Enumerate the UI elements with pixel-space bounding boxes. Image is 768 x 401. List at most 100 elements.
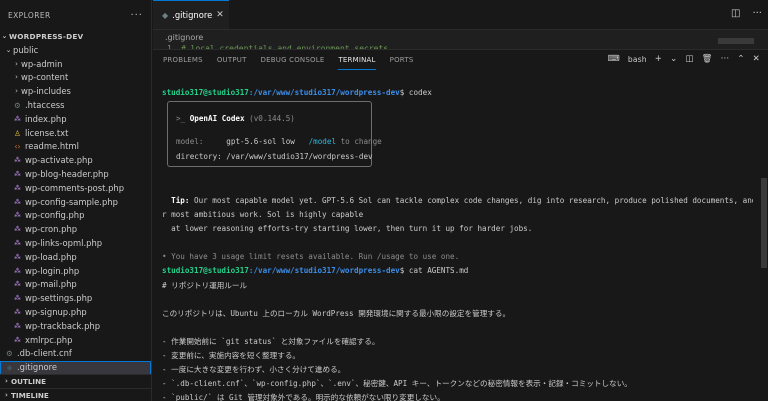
tab-gitignore[interactable]: ◆ .gitignore ✕ [153,0,229,29]
php-icon: ⁂ [14,252,21,261]
workspace-root[interactable]: ⌄ WORDPRESS-DEV [0,30,151,44]
new-terminal-icon[interactable]: + [655,54,662,64]
file-item[interactable]: ⁂ wp-blog-header.php [0,168,151,182]
more-actions-icon[interactable]: ··· [721,54,730,64]
md-rule: - `.db-client.cnf`、`wp-config.php`、`.env… [162,379,632,388]
trash-icon[interactable]: 🗑 [702,54,713,64]
breadcrumb-item[interactable]: .gitignore [165,33,203,42]
chevron-down-icon: ⌄ [1,32,8,40]
php-icon: ⁂ [14,321,21,330]
php-icon: ⁂ [14,307,21,316]
tab-terminal[interactable]: TERMINAL [338,50,376,70]
editor-area: ◆ .gitignore ✕ ◫ ··· .gitignore 1# local… [153,0,768,401]
codex-name: OpenAI Codex [189,114,245,123]
timeline-section[interactable]: › TIMELINE [0,388,151,401]
command-text: codex [408,88,432,97]
file-db-client[interactable]: ⚙ .db-client.cnf [0,347,151,361]
file-label: wp-includes [21,86,71,97]
file-item[interactable]: ⁂ wp-config-sample.php [0,196,151,210]
minimap[interactable] [718,38,754,44]
php-icon: ⁂ [14,114,21,123]
tab-debug-console[interactable]: DEBUG CONSOLE [261,50,325,70]
tab-ports[interactable]: PORTS [390,50,414,70]
tip-label: Tip: [171,196,190,205]
file-label: index.php [25,113,67,124]
terminal-output[interactable]: studio317@studio317:/var/www/studio317/w… [153,78,753,401]
prompt-path: :/var/www/studio317/wordpress-dev [248,88,400,97]
file-item[interactable]: ⁂ wp-trackback.php [0,320,151,334]
file-item[interactable]: ⁂ wp-config.php [0,209,151,223]
file-tree: ⌄ WORDPRESS-DEV ⌄ public › wp-admin › wp-co… [0,30,151,375]
file-label: readme.html [25,141,79,152]
folder-label: public [13,44,39,55]
folder-public[interactable]: ⌄ public [0,44,151,58]
explorer-title: EXPLORER [8,10,51,20]
file-item[interactable]: ⁂ wp-signup.php [0,306,151,320]
prompt-line: studio317@studio317:/var/www/studio317/w… [162,266,468,275]
file-item[interactable]: ⁂ wp-cron.php [0,223,151,237]
outline-section[interactable]: › OUTLINE [0,374,151,387]
prompt-suffix: $ [399,266,409,275]
file-item[interactable]: ⚙ .htaccess [0,99,151,113]
file-item[interactable]: ⁂ wp-comments-post.php [0,182,151,196]
folder-item[interactable]: › wp-content [0,71,151,85]
file-item[interactable]: ⁂ xmlrpc.php [0,334,151,348]
terminal-icon: ⌨ [607,54,620,64]
workspace-root-label: WORDPRESS-DEV [9,32,84,41]
directory-text: directory: /var/www/studio317/wordpress-… [176,152,373,161]
folder-item[interactable]: › wp-admin [0,58,151,72]
file-label: xmlrpc.php [25,334,73,345]
file-label: .htaccess [25,99,65,110]
file-label: wp-load.php [25,251,77,262]
file-gitignore[interactable]: ◆ .gitignore [0,361,151,375]
prompt-suffix: $ [399,88,409,97]
split-editor-icon[interactable]: ◫ [731,8,740,19]
tip-line-3: at lower reasoning efforts-try starting … [162,224,532,233]
tab-output[interactable]: OUTPUT [217,50,247,70]
explorer-sidebar: EXPLORER ··· ⌄ WORDPRESS-DEV ⌄ public › w… [0,0,152,401]
file-item[interactable]: ⁂ wp-mail.php [0,278,151,292]
file-label: .gitignore [17,362,58,373]
split-terminal-icon[interactable]: ◫ [685,54,693,64]
md-intro: このリポジトリは、Ubuntu 上のローカル WordPress 開発環境に関す… [162,309,511,318]
codex-title: >_ OpenAI Codex (v0.144.5) [176,114,295,123]
file-item[interactable]: ⁂ wp-login.php [0,265,151,279]
breadcrumb[interactable]: .gitignore [153,30,768,44]
explorer-header: EXPLORER ··· [0,0,151,30]
file-item[interactable]: ♙ license.txt [0,127,151,141]
chevron-right-icon: › [15,73,18,82]
prompt-line: studio317@studio317:/var/www/studio317/w… [162,88,432,97]
file-item[interactable]: ⁂ wp-load.php [0,251,151,265]
chevron-down-icon[interactable]: ⌄ [670,54,677,64]
prompt-glyph: >_ [176,114,190,123]
file-item[interactable]: ⁂ wp-activate.php [0,154,151,168]
close-icon[interactable]: ✕ [753,54,760,64]
usage-line: • You have 3 usage limit resets availabl… [162,252,459,261]
md-heading: # リポジトリ運用ルール [162,281,248,290]
editor-tabbar: ◆ .gitignore ✕ ◫ ··· [153,0,768,30]
php-icon: ⁂ [14,335,21,344]
file-item[interactable]: ⁂ index.php [0,113,151,127]
md-rule: - 作業開始前に `git status` と対象ファイルを確認する。 [162,337,380,346]
file-label: wp-links-opml.php [25,237,103,248]
tip-text: at lower reasoning efforts-try starting … [171,224,533,233]
php-icon: ⁂ [14,294,21,303]
git-icon: ◆ [162,10,169,20]
php-icon: ⁂ [14,169,21,178]
tab-problems[interactable]: PROBLEMS [163,50,203,70]
file-item[interactable]: ⁂ wp-links-opml.php [0,237,151,251]
file-label: wp-cron.php [25,224,78,235]
close-icon[interactable]: ✕ [216,10,224,20]
tip-line-2: r most ambitious work. Sol is highly cap… [162,210,363,219]
folder-item[interactable]: › wp-includes [0,85,151,99]
file-label: wp-content [21,72,69,83]
more-actions-icon[interactable]: ··· [752,8,762,19]
scrollbar-thumb[interactable] [761,178,767,268]
timeline-label: TIMELINE [11,390,49,400]
file-item[interactable]: ⁂ wp-settings.php [0,292,151,306]
maximize-icon[interactable]: ⌃ [737,54,744,64]
terminal-scrollbar[interactable] [759,78,768,401]
more-actions-icon[interactable]: ··· [130,10,143,21]
file-item[interactable]: ‹› readme.html [0,140,151,154]
shell-label[interactable]: bash [628,55,647,64]
